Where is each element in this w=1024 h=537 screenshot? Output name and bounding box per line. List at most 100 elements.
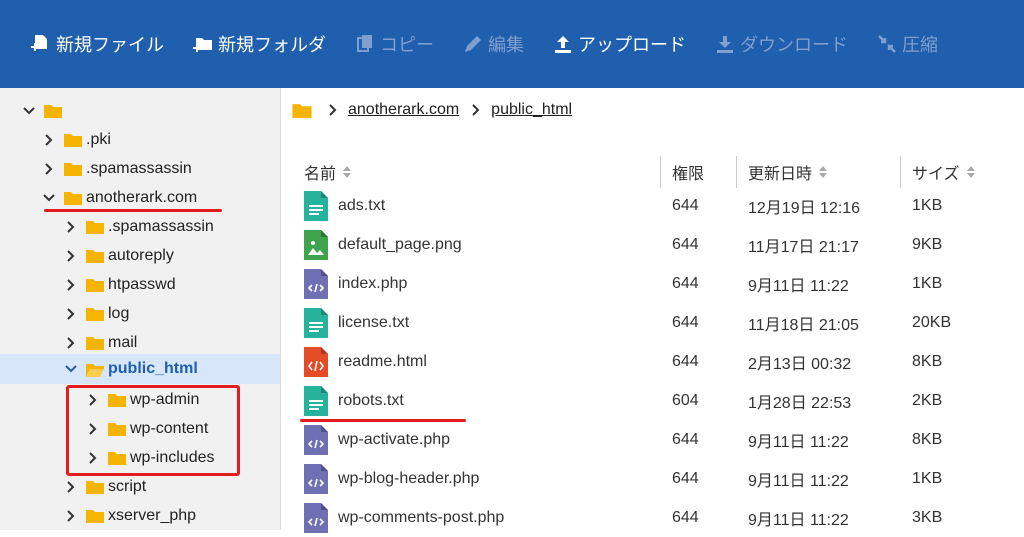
chevron-down-icon[interactable] <box>42 191 56 205</box>
chevron-right-icon[interactable] <box>64 336 78 350</box>
file-name: wp-blog-header.php <box>338 469 480 487</box>
column-header-date[interactable]: 更新日時 <box>748 156 828 188</box>
file-name-cell[interactable]: readme.html <box>304 342 427 381</box>
column-header-permission[interactable]: 権限 <box>672 156 704 188</box>
file-name: readme.html <box>338 352 427 370</box>
size-cell: 1KB <box>912 469 943 487</box>
file-name-cell[interactable]: wp-comments-post.php <box>304 498 504 537</box>
tree-item-log[interactable]: log <box>0 299 280 328</box>
tree-item-root[interactable] <box>0 96 280 125</box>
new-file-button[interactable]: 新規ファイル <box>30 24 164 64</box>
chevron-right-icon <box>329 104 337 116</box>
chevron-right-icon[interactable] <box>64 509 78 523</box>
sort-icon <box>343 166 352 178</box>
size-cell: 1KB <box>912 274 943 292</box>
column-divider <box>736 156 737 188</box>
column-header-name[interactable]: 名前 <box>304 156 352 188</box>
code-file-icon <box>304 463 328 494</box>
file-name-cell[interactable]: wp-activate.php <box>304 420 450 459</box>
permission-cell: 644 <box>672 274 699 292</box>
folder-icon <box>86 250 104 263</box>
chevron-right-icon[interactable] <box>42 162 56 176</box>
size-cell: 8KB <box>912 430 943 448</box>
file-name: default_page.png <box>338 235 462 253</box>
breadcrumb-folder-link[interactable]: public_html <box>491 101 572 119</box>
tree-item-xserver-php[interactable]: xserver_php <box>0 501 280 530</box>
tree-item-spamassassin-sub[interactable]: .spamassassin <box>0 212 280 241</box>
chevron-down-icon[interactable] <box>22 104 36 118</box>
chevron-right-icon[interactable] <box>64 480 78 494</box>
code-file-icon <box>304 424 328 455</box>
table-row[interactable]: index.php 644 9月11日 11:22 1KB <box>304 264 1024 303</box>
table-row[interactable]: default_page.png 644 11月17日 21:17 9KB <box>304 225 1024 264</box>
chevron-right-icon[interactable] <box>42 133 56 147</box>
tree-item-spamassassin[interactable]: .spamassassin <box>0 154 280 183</box>
column-header-size[interactable]: サイズ <box>912 156 976 188</box>
table-row[interactable]: wp-activate.php 644 9月11日 11:22 8KB <box>304 420 1024 459</box>
file-name: ads.txt <box>338 196 386 214</box>
folder-icon <box>64 134 82 147</box>
permission-cell: 644 <box>672 313 699 331</box>
folder-icon <box>86 337 104 350</box>
permission-cell: 644 <box>672 235 699 253</box>
date-cell: 9月11日 11:22 <box>748 277 849 295</box>
toolbar: 新規ファイル 新規フォルダ コピー 編集 アップロード ダウンロード 圧縮 <box>0 0 1024 88</box>
code-file-icon <box>304 268 328 299</box>
permission-cell: 644 <box>672 430 699 448</box>
compress-button[interactable]: 圧縮 <box>876 24 938 64</box>
permission-cell: 644 <box>672 352 699 370</box>
upload-icon <box>555 36 571 53</box>
column-divider <box>660 156 661 188</box>
table-row[interactable]: wp-comments-post.php 644 9月11日 11:22 3KB <box>304 498 1024 537</box>
new-folder-button[interactable]: 新規フォルダ <box>192 24 326 64</box>
table-row[interactable]: wp-blog-header.php 644 9月11日 11:22 1KB <box>304 459 1024 498</box>
size-cell: 1KB <box>912 196 943 214</box>
edit-button[interactable]: 編集 <box>462 24 524 64</box>
table-row[interactable]: robots.txt 604 1月28日 22:53 2KB <box>304 381 1024 420</box>
annotation-underline <box>300 419 466 422</box>
file-name-cell[interactable]: default_page.png <box>304 225 462 264</box>
text-file-icon <box>304 190 328 221</box>
edit-label: 編集 <box>488 35 524 55</box>
tree-item-pki[interactable]: .pki <box>0 125 280 154</box>
chevron-right-icon[interactable] <box>64 249 78 263</box>
tree-item-script[interactable]: script <box>0 472 280 501</box>
chevron-right-icon[interactable] <box>64 307 78 321</box>
folder-icon[interactable] <box>292 102 312 118</box>
file-name-cell[interactable]: ads.txt <box>304 186 385 225</box>
tree-item-public-html[interactable]: public_html <box>0 354 280 384</box>
new-folder-label: 新規フォルダ <box>218 35 326 55</box>
breadcrumb-domain-link[interactable]: anotherark.com <box>348 101 459 119</box>
chevron-down-icon[interactable] <box>64 362 78 376</box>
folder-icon <box>64 163 82 176</box>
upload-button[interactable]: アップロード <box>552 24 686 64</box>
tree-item-mail[interactable]: mail <box>0 328 280 357</box>
tree-item-anotherark[interactable]: anotherark.com <box>0 183 280 212</box>
permission-cell: 644 <box>672 508 699 526</box>
file-name-cell[interactable]: license.txt <box>304 303 409 342</box>
table-row[interactable]: readme.html 644 2月13日 00:32 8KB <box>304 342 1024 381</box>
pencil-icon <box>465 36 481 52</box>
folder-tree-sidebar: .pki .spamassassin anotherark.com .spama… <box>0 88 281 530</box>
file-name: index.php <box>338 274 408 292</box>
date-cell: 9月11日 11:22 <box>748 472 849 490</box>
size-cell: 3KB <box>912 508 943 526</box>
file-name-cell[interactable]: index.php <box>304 264 407 303</box>
table-header: 名前 権限 更新日時 サイズ <box>304 156 1024 188</box>
folder-icon <box>86 221 104 234</box>
html-file-icon <box>304 346 328 377</box>
file-name-cell[interactable]: wp-blog-header.php <box>304 459 479 498</box>
chevron-right-icon[interactable] <box>64 220 78 234</box>
chevron-right-icon[interactable] <box>64 278 78 292</box>
tree-item-autoreply[interactable]: autoreply <box>0 241 280 270</box>
tree-item-htpasswd[interactable]: htpasswd <box>0 270 280 299</box>
chevron-right-icon <box>472 104 480 116</box>
table-row[interactable]: ads.txt 644 12月19日 12:16 1KB <box>304 186 1024 225</box>
date-cell: 12月19日 12:16 <box>748 199 861 217</box>
file-name: wp-activate.php <box>338 430 451 448</box>
table-row[interactable]: license.txt 644 11月18日 21:05 20KB <box>304 303 1024 342</box>
file-name-cell[interactable]: robots.txt <box>304 381 404 420</box>
copy-button[interactable]: コピー <box>354 24 434 64</box>
size-cell: 2KB <box>912 391 943 409</box>
download-button[interactable]: ダウンロード <box>714 24 848 64</box>
